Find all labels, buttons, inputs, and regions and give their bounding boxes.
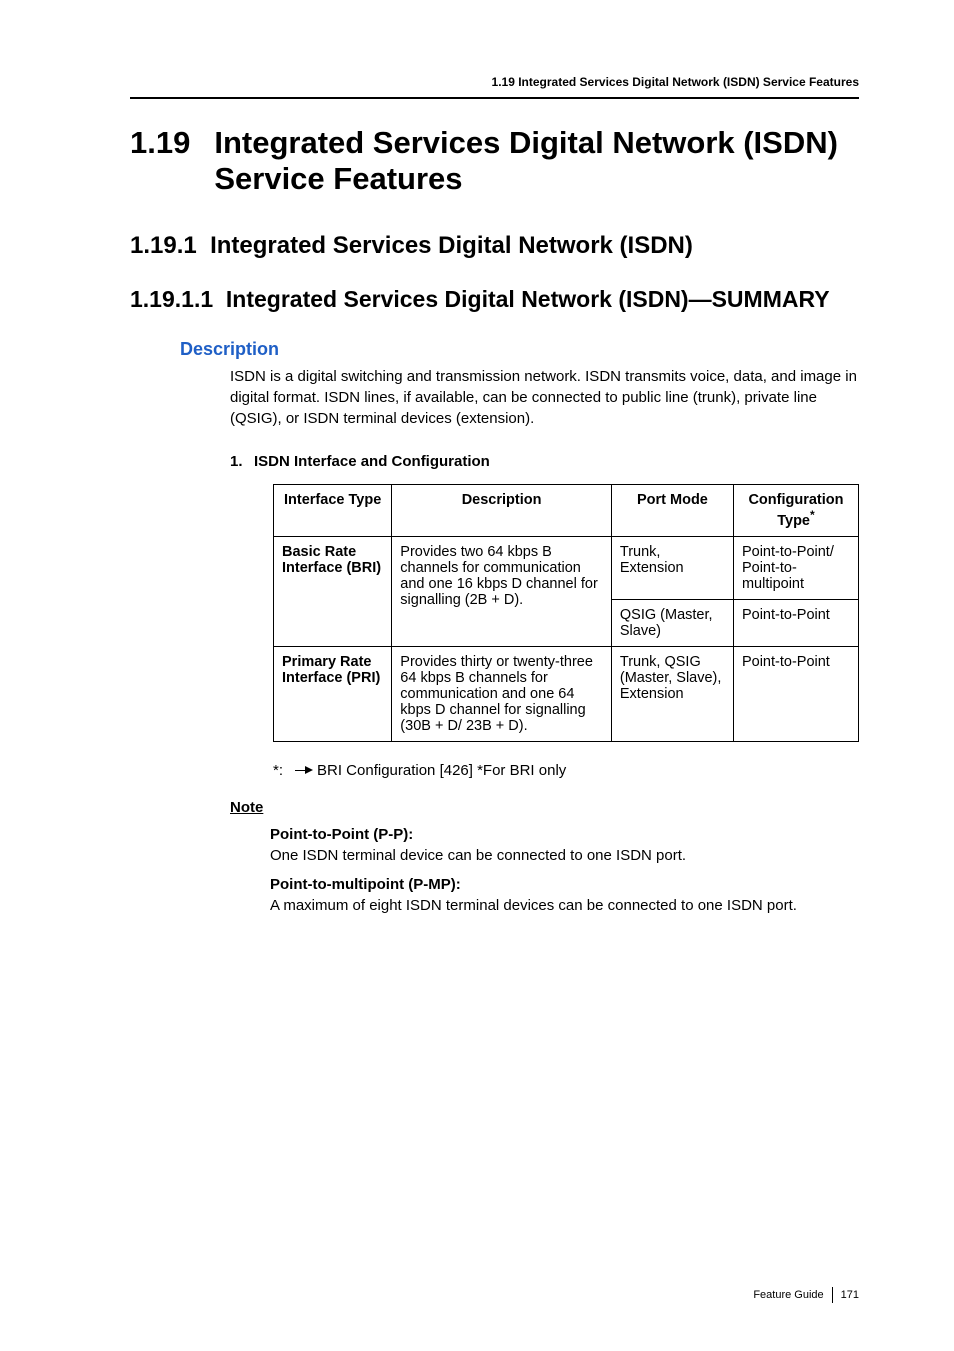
table-header-row: Interface Type Description Port Mode Con… (274, 485, 859, 537)
th-port-mode: Port Mode (611, 485, 733, 537)
th-configuration-type-text: Configuration Type (748, 492, 843, 529)
cell-desc-bri: Provides two 64 kbps B channels for comm… (392, 537, 612, 647)
section-title: Integrated Services Digital Network (ISD… (214, 125, 838, 196)
note-item-body: One ISDN terminal device can be connecte… (270, 845, 859, 866)
cell-iface-pri: Primary Rate Interface (PRI) (274, 647, 392, 742)
note-item-head: Point-to-multipoint (P-MP): (270, 874, 859, 895)
numbered-item-number: 1. (230, 453, 254, 470)
th-interface-type: Interface Type (274, 485, 392, 537)
table-footnote: *: BRI Configuration [426] *For BRI only (273, 762, 859, 779)
section-number: 1.19 (130, 125, 190, 161)
note-item-head: Point-to-Point (P-P): (270, 824, 859, 845)
running-head: 1.19 Integrated Services Digital Network… (130, 75, 859, 89)
table-row: Basic Rate Interface (BRI) Provides two … (274, 537, 859, 600)
cell-desc-pri: Provides thirty or twenty-three 64 kbps … (392, 647, 612, 742)
section-title-line2: Service Features (214, 161, 462, 196)
description-body: ISDN is a digital switching and transmis… (230, 366, 859, 429)
subsection-number: 1.19.1 (130, 232, 197, 259)
subsection-title: Integrated Services Digital Network (ISD… (210, 232, 693, 259)
note-heading: Note (230, 799, 859, 816)
note-body: Point-to-Point (P-P): One ISDN terminal … (270, 824, 859, 916)
cell-conf-bri-2: Point-to-Point (733, 600, 858, 647)
note-item-body: A maximum of eight ISDN terminal devices… (270, 895, 859, 916)
subsubsection-number: 1.19.1.1 (130, 286, 213, 312)
cell-iface-bri: Basic Rate Interface (BRI) (274, 537, 392, 647)
cell-port-pri: Trunk, QSIG (Master, Slave), Extension (611, 647, 733, 742)
subsubsection-title: Integrated Services Digital Network (ISD… (226, 286, 830, 312)
subsubsection-heading: 1.19.1.1 Integrated Services Digital Net… (130, 286, 859, 313)
footnote-text: BRI Configuration [426] *For BRI only (317, 762, 566, 779)
cell-port-bri-1: Trunk, Extension (611, 537, 733, 600)
th-configuration-type-footnote: * (810, 508, 815, 522)
section-title-line1: Integrated Services Digital Network (ISD… (214, 125, 838, 160)
th-description: Description (392, 485, 612, 537)
header-rule (130, 97, 859, 99)
subsection-heading: 1.19.1 Integrated Services Digital Netwo… (130, 232, 859, 260)
config-table: Interface Type Description Port Mode Con… (273, 484, 859, 742)
numbered-item-text: ISDN Interface and Configuration (254, 453, 490, 470)
footer-page-number: 171 (841, 1289, 859, 1301)
cell-port-bri-2: QSIG (Master, Slave) (611, 600, 733, 647)
table-row: Primary Rate Interface (PRI) Provides th… (274, 647, 859, 742)
section-heading: 1.19 Integrated Services Digital Network… (130, 125, 859, 196)
footer-label: Feature Guide (753, 1289, 823, 1301)
cell-conf-pri: Point-to-Point (733, 647, 858, 742)
description-heading: Description (180, 339, 859, 360)
arrow-right-icon (295, 766, 313, 776)
th-configuration-type: Configuration Type* (733, 485, 858, 537)
footnote-marker: *: (273, 762, 295, 779)
cell-conf-bri-1: Point-to-Point/ Point-to-multipoint (733, 537, 858, 600)
page-footer: Feature Guide 171 (753, 1287, 859, 1303)
footer-separator (832, 1287, 833, 1303)
numbered-item: 1.ISDN Interface and Configuration (230, 453, 859, 470)
